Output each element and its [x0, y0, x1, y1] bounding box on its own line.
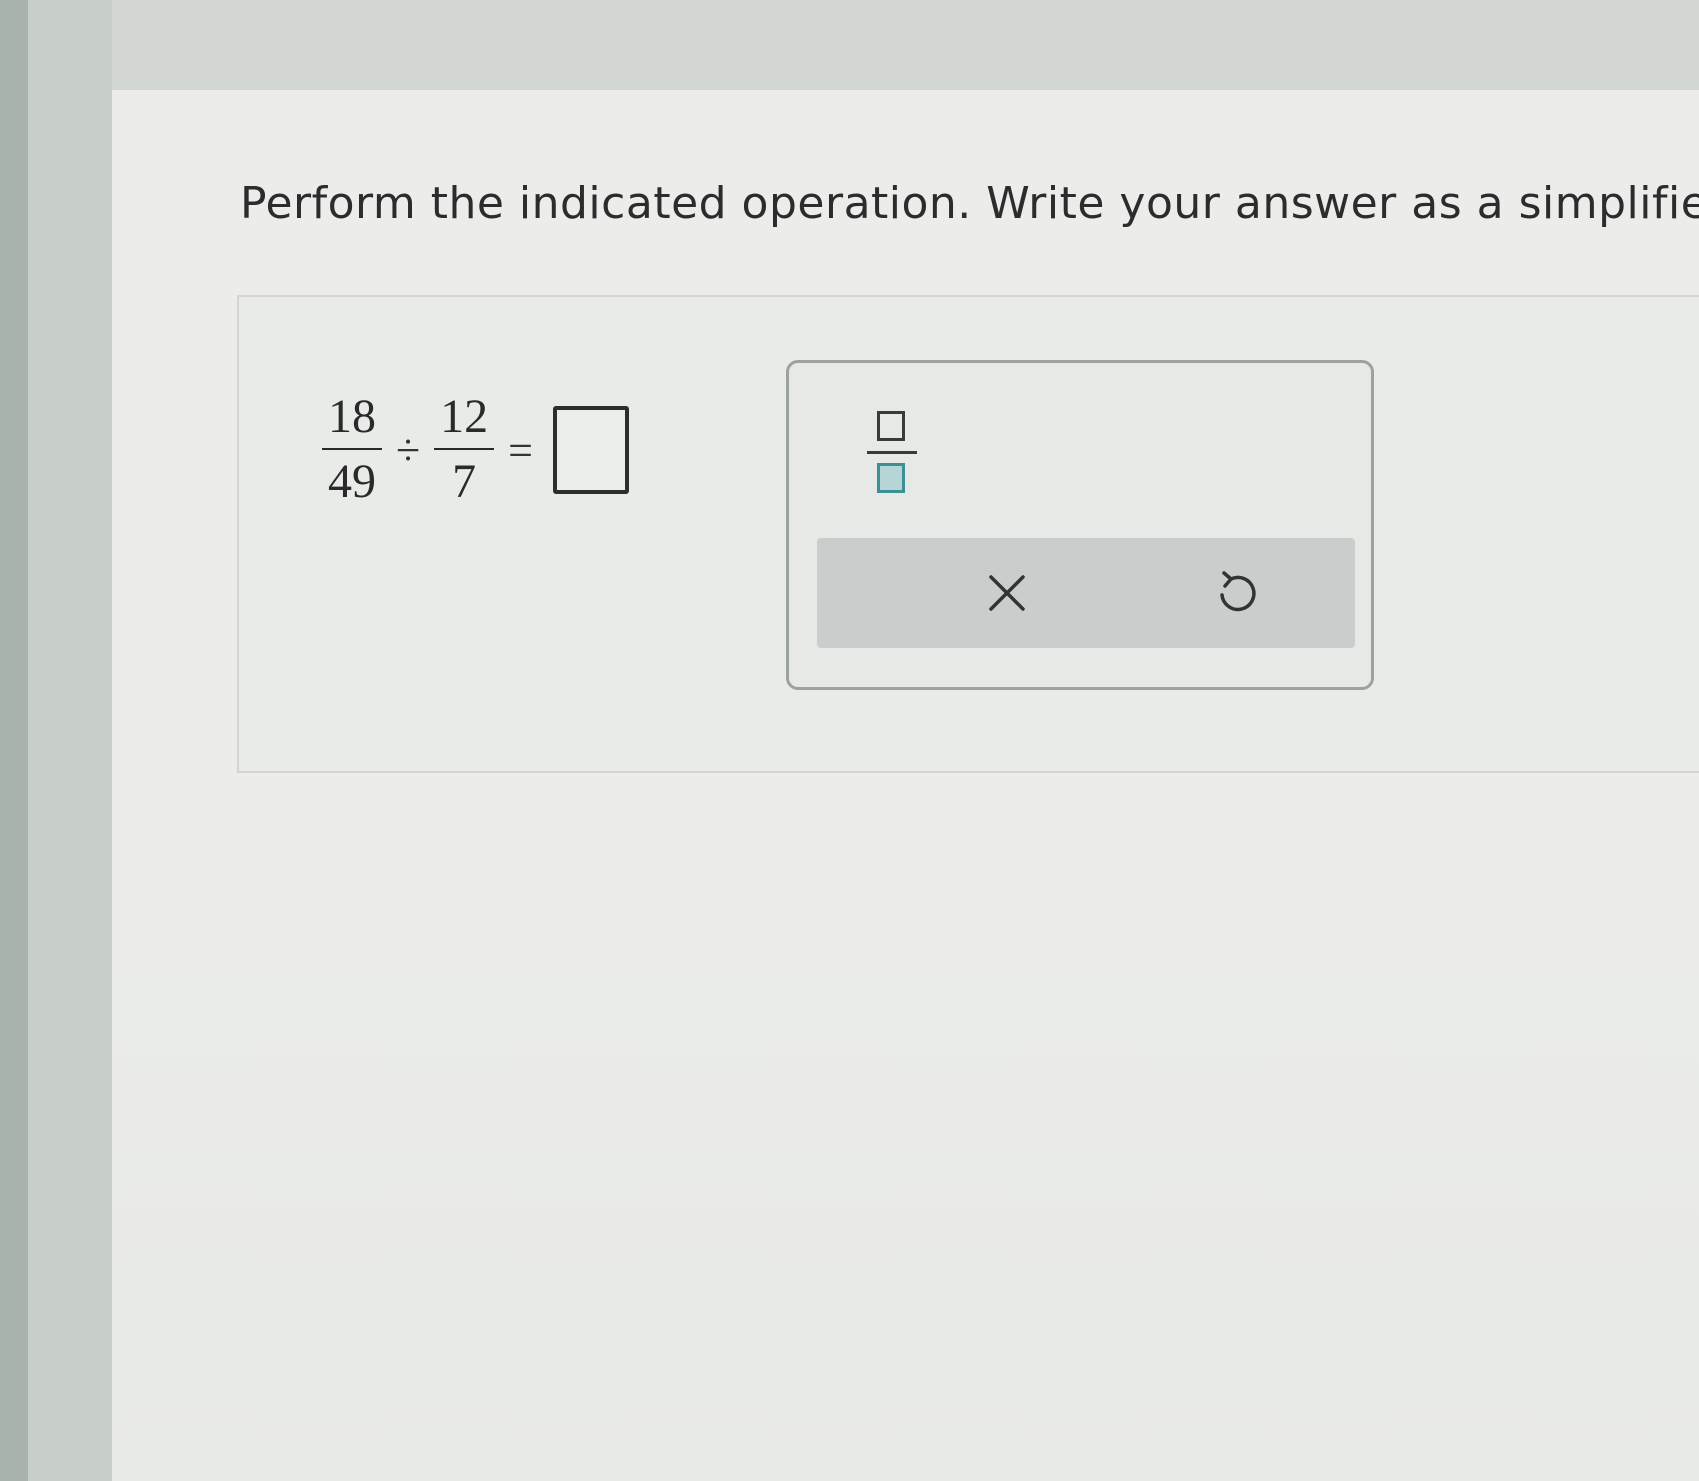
- fraction-tool-button[interactable]: [867, 411, 919, 503]
- monitor-bezel: [0, 0, 28, 1481]
- toolbox-action-bar: [817, 538, 1355, 648]
- undo-button[interactable]: [1187, 553, 1287, 633]
- top-header-band: [112, 0, 1699, 90]
- fraction-template-icon-bar: [867, 451, 917, 454]
- fraction-1-numerator: 18: [328, 390, 376, 444]
- division-operator: ÷: [396, 425, 421, 475]
- undo-icon: [1220, 571, 1256, 612]
- screen: Perform the indicated operation. Write y…: [0, 0, 1699, 1481]
- question-instruction: Perform the indicated operation. Write y…: [240, 178, 1699, 229]
- fraction-template-icon-numerator: [877, 411, 905, 441]
- clear-button[interactable]: [957, 553, 1057, 633]
- content-lower-area: [112, 780, 1699, 1481]
- fraction-1-denominator: 49: [328, 455, 376, 508]
- close-icon: [989, 575, 1025, 611]
- fraction-2-denominator: 7: [452, 455, 477, 508]
- math-expression: 18 49 ÷ 12 7 =: [322, 380, 629, 520]
- equals-sign: =: [508, 425, 533, 475]
- left-sidebar-strip: [28, 0, 112, 1481]
- math-toolbox: [786, 360, 1374, 690]
- answer-input[interactable]: [552, 406, 629, 494]
- fraction-2: 12 7: [434, 390, 495, 509]
- fraction-1: 18 49: [322, 390, 382, 509]
- fraction-template-icon-denominator: [877, 463, 905, 493]
- fraction-2-numerator: 12: [440, 390, 489, 444]
